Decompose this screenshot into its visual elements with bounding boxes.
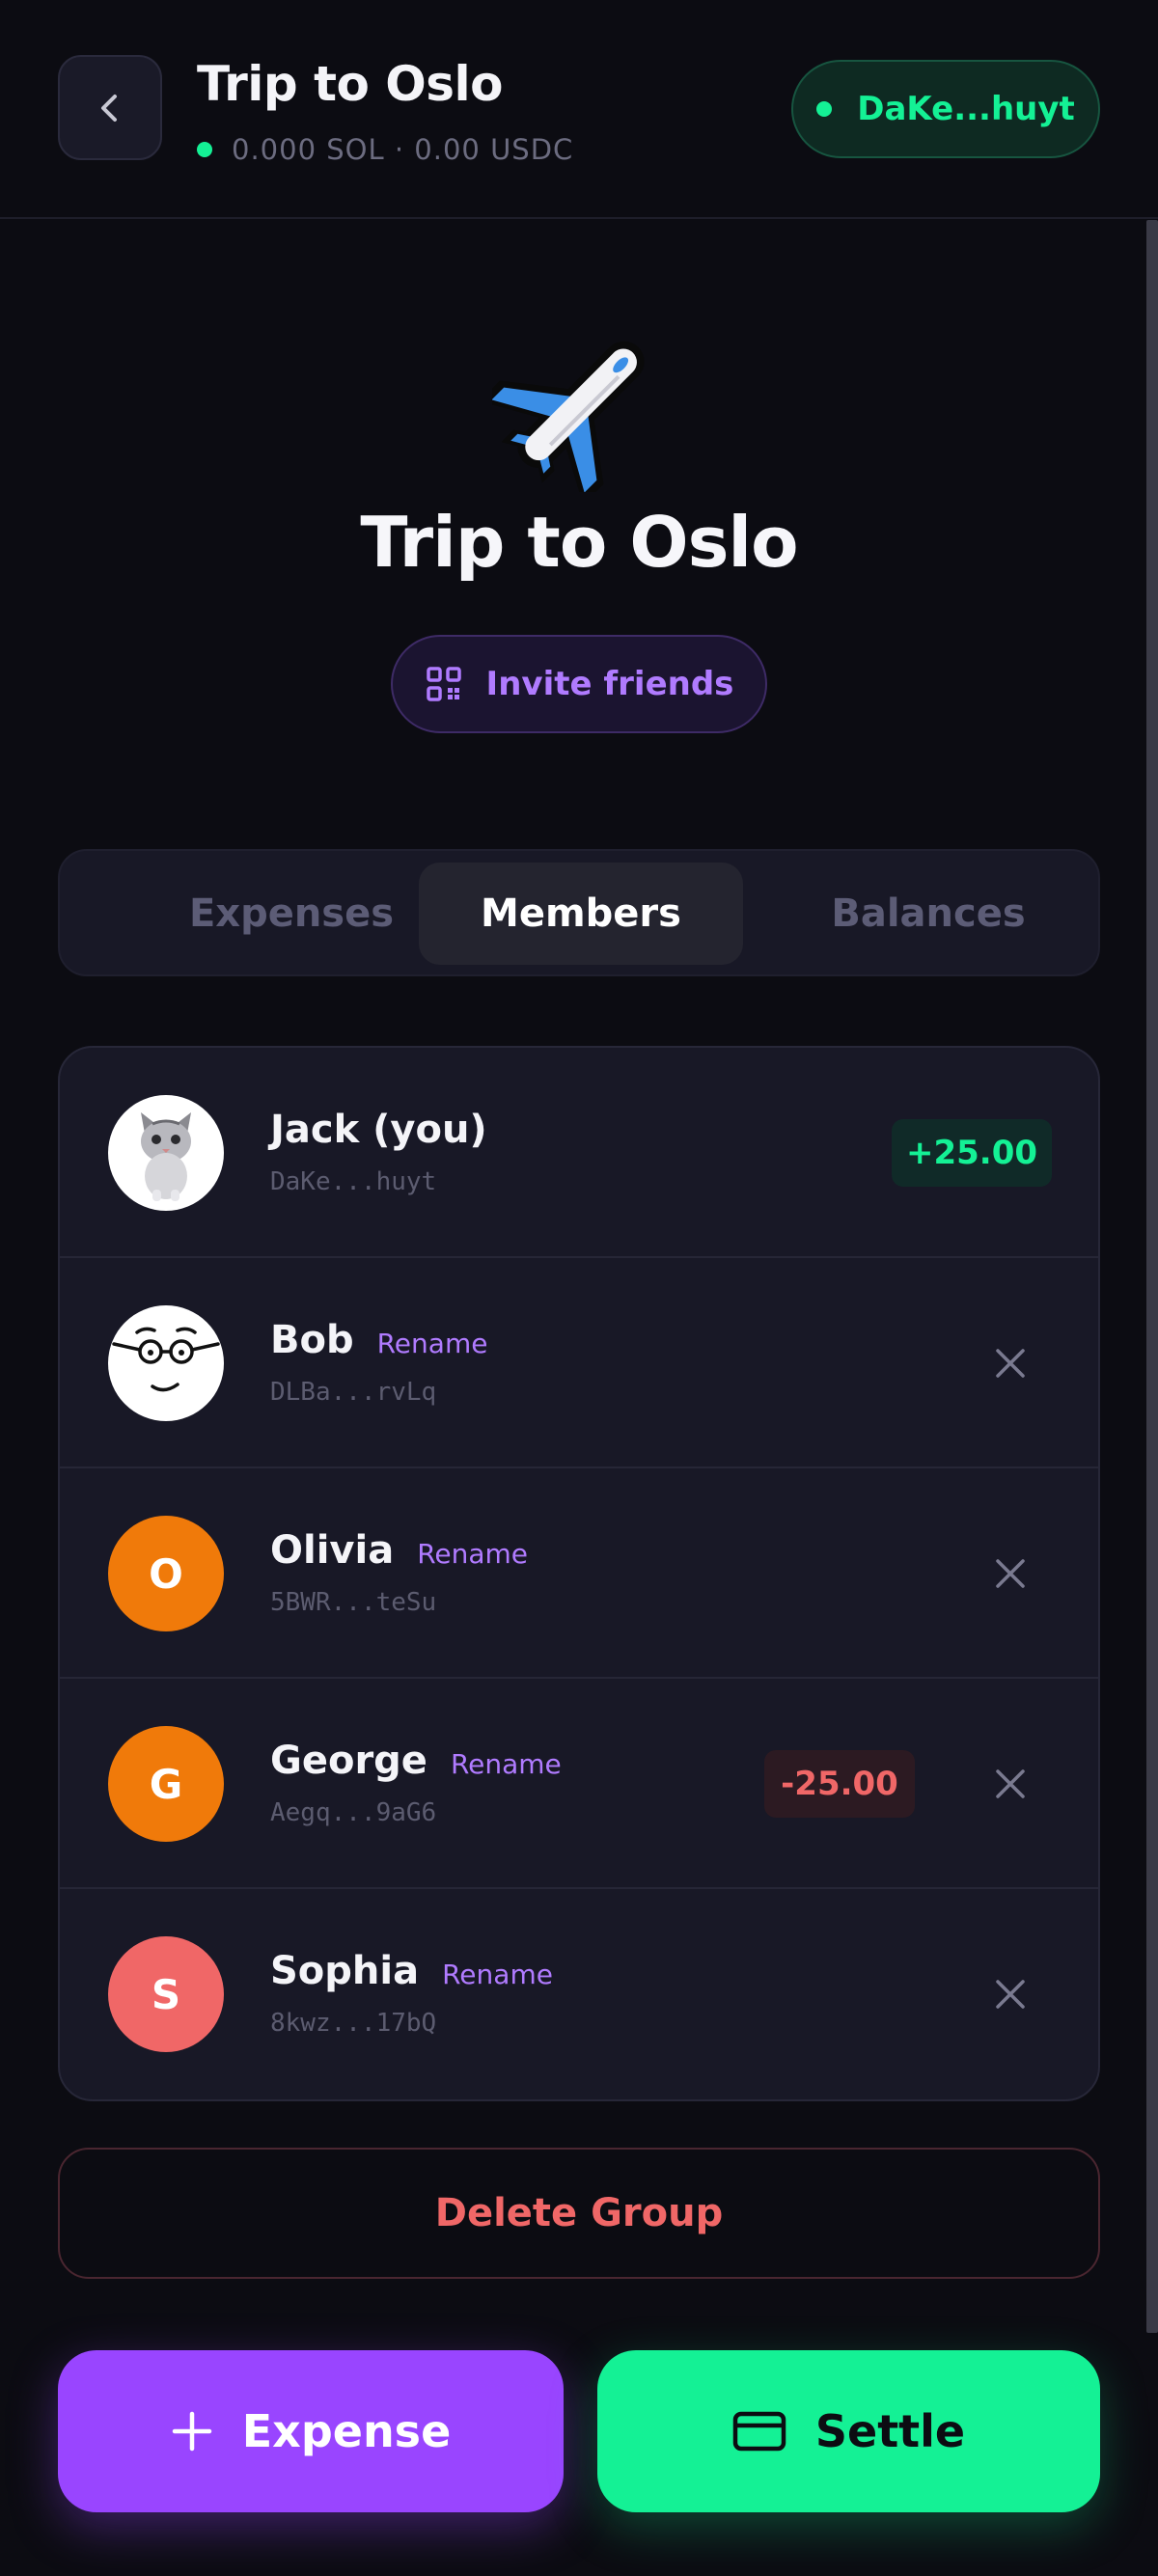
member-address: DLBa...rvLq [270, 1378, 437, 1407]
member-address: 5BWR...teSu [270, 1588, 437, 1617]
chevron-left-icon [101, 94, 117, 122]
member-name: Jack (you) [270, 1108, 487, 1152]
member-address: 8kwz...17bQ [270, 2009, 437, 2038]
add-expense-button[interactable]: Expense [58, 2350, 564, 2512]
invite-friends-button[interactable]: Invite friends [391, 635, 767, 733]
close-icon [996, 1349, 1025, 1378]
remove-member-button[interactable] [986, 1760, 1034, 1808]
delete-group-button[interactable]: Delete Group [58, 2148, 1100, 2279]
members-list: Jack (you) DaKe...huyt +25.00 Bob Rename… [58, 1046, 1100, 2101]
member-row: G George Rename Aegq...9aG6 -25.00 [60, 1679, 1098, 1889]
avatar [108, 1095, 224, 1211]
member-address: DaKe...huyt [270, 1167, 437, 1196]
header-title: Trip to Oslo [197, 56, 504, 112]
member-name: Olivia [270, 1528, 395, 1573]
close-icon [996, 1559, 1025, 1588]
settle-button[interactable]: Settle [597, 2350, 1100, 2512]
rename-link[interactable]: Rename [377, 1328, 488, 1359]
member-address: Aegq...9aG6 [270, 1798, 437, 1827]
qr-code-icon [426, 667, 461, 701]
airplane-icon [492, 341, 645, 492]
avatar: O [108, 1516, 224, 1631]
wallet-balance: 0.000 SOL · 0.00 USDC [197, 132, 573, 167]
kitten-avatar-icon [141, 1112, 191, 1201]
wallet-label: DaKe...huyt [857, 90, 1075, 128]
remove-member-button[interactable] [986, 1549, 1034, 1598]
rename-link[interactable]: Rename [442, 1959, 553, 1990]
tab-expenses[interactable]: Expenses [129, 863, 454, 965]
balance-badge: -25.00 [764, 1750, 915, 1818]
member-row: Jack (you) DaKe...huyt +25.00 [60, 1048, 1098, 1258]
tab-balances[interactable]: Balances [766, 863, 1090, 965]
avatar: S [108, 1936, 224, 2052]
avatar [108, 1305, 224, 1421]
status-dot-icon [197, 142, 212, 157]
remove-member-button[interactable] [986, 1339, 1034, 1387]
connected-dot-icon [816, 101, 833, 117]
wallet-button[interactable]: DaKe...huyt [791, 60, 1100, 158]
close-icon [996, 1769, 1025, 1798]
group-title: Trip to Oslo [360, 502, 798, 583]
member-name: Sophia [270, 1949, 420, 1993]
member-row: S Sophia Rename 8kwz...17bQ [60, 1889, 1098, 2099]
add-expense-label: Expense [241, 2405, 452, 2457]
member-name: Bob [270, 1318, 354, 1362]
avatar: G [108, 1726, 224, 1842]
close-icon [996, 1980, 1025, 2009]
member-row: O Olivia Rename 5BWR...teSu [60, 1468, 1098, 1679]
app-header: Trip to Oslo 0.000 SOL · 0.00 USDC DaKe.… [0, 0, 1158, 219]
rename-link[interactable]: Rename [417, 1538, 528, 1570]
member-row: Bob Rename DLBa...rvLq [60, 1258, 1098, 1468]
tab-bar: Expenses Members Balances [58, 849, 1100, 976]
balance-badge: +25.00 [892, 1119, 1052, 1187]
balance-text: 0.000 SOL · 0.00 USDC [232, 133, 574, 166]
plus-icon [172, 2411, 211, 2452]
tab-members[interactable]: Members [419, 863, 743, 965]
credit-card-icon [732, 2411, 786, 2452]
back-button[interactable] [58, 55, 162, 160]
face-with-glasses-icon [112, 1327, 220, 1392]
remove-member-button[interactable] [986, 1970, 1034, 2018]
rename-link[interactable]: Rename [451, 1748, 562, 1780]
settle-label: Settle [814, 2405, 966, 2457]
invite-friends-label: Invite friends [485, 665, 734, 703]
member-name: George [270, 1739, 427, 1783]
